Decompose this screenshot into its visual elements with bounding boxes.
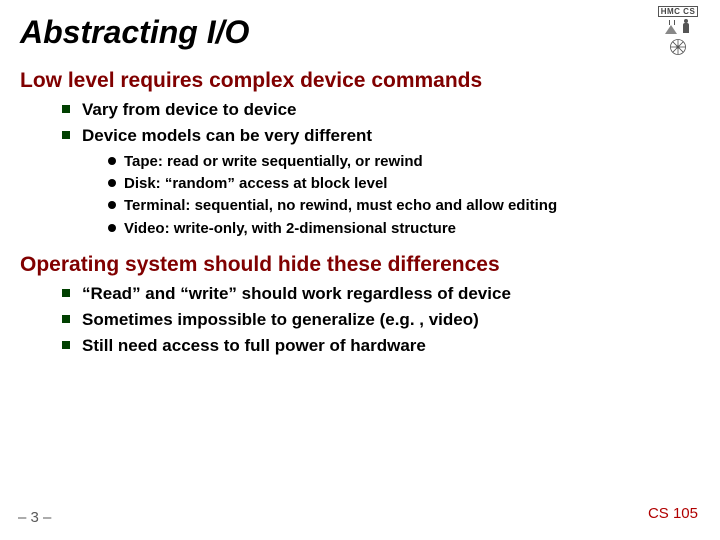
- list-item: Vary from device to device: [62, 99, 700, 122]
- list-item: Sometimes impossible to generalize (e.g.…: [62, 309, 700, 332]
- logo-label: HMC CS: [658, 6, 699, 17]
- list-item: Device models can be very different Tape…: [62, 125, 700, 239]
- flask-icon: [665, 20, 677, 34]
- list-item: Still need access to full power of hardw…: [62, 335, 700, 358]
- sub-list-item: Video: write-only, with 2-dimensional st…: [108, 219, 700, 239]
- section-heading-2: Operating system should hide these diffe…: [20, 253, 700, 277]
- gear-icon: [668, 37, 688, 57]
- slide-title: Abstracting I/O: [20, 14, 700, 51]
- section-heading-1: Low level requires complex device comman…: [20, 69, 700, 93]
- slide-number: – 3 –: [18, 509, 51, 526]
- sub-list-item: Terminal: sequential, no rewind, must ec…: [108, 196, 700, 216]
- sub-list-item: Tape: read or write sequentially, or rew…: [108, 152, 700, 172]
- list-item-text: “Read” and “write” should work regardles…: [82, 284, 511, 303]
- section-2-list: “Read” and “write” should work regardles…: [62, 283, 700, 358]
- course-code: CS 105: [648, 505, 698, 522]
- person-icon: [681, 19, 691, 35]
- list-item: “Read” and “write” should work regardles…: [62, 283, 700, 306]
- sub-list-item: Disk: “random” access at block level: [108, 174, 700, 194]
- list-item-text: Vary from device to device: [82, 100, 297, 119]
- logo-row: [665, 19, 691, 35]
- course-logo: HMC CS: [648, 6, 708, 66]
- list-item-text: Still need access to full power of hardw…: [82, 336, 426, 355]
- section-1-list: Vary from device to device Device models…: [62, 99, 700, 239]
- list-item-text: Device models can be very different: [82, 126, 372, 145]
- slide: HMC CS Abstracting I/O Low level require…: [0, 0, 720, 540]
- list-item-text: Sometimes impossible to generalize (e.g.…: [82, 310, 479, 329]
- sub-list: Tape: read or write sequentially, or rew…: [108, 152, 700, 239]
